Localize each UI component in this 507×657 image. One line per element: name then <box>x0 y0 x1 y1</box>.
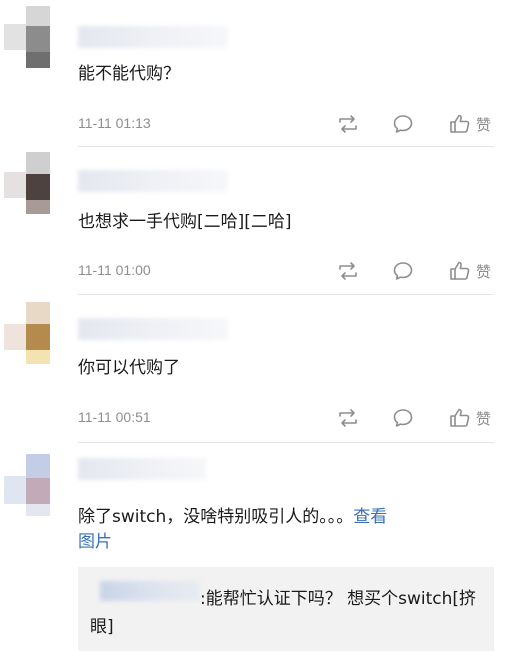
comment-text: 你可以代购了 <box>78 358 180 378</box>
comment-meta: 11-11 01:00 赞 <box>78 259 494 283</box>
view-image-link-continued[interactable]: 图片 <box>78 532 112 552</box>
reply-text-content: :能帮忙认证下吗？ 想买个switch[挤眼] <box>90 589 477 637</box>
avatar-pixel <box>26 152 50 176</box>
avatar-pixel <box>26 324 50 352</box>
comment-bubble-icon[interactable] <box>391 406 415 430</box>
username-blurred[interactable] <box>78 170 228 192</box>
like-label[interactable]: 赞 <box>476 408 491 429</box>
comment-feed: 能不能代购？ 11-11 01:13 赞 也想求一手代购[二哈][二哈] 11-… <box>0 0 507 657</box>
repost-icon[interactable] <box>336 259 360 283</box>
avatar-pixel <box>26 200 50 214</box>
divider <box>78 294 494 295</box>
comment-text: 能不能代购？ <box>78 64 180 84</box>
timestamp: 11-11 00:51 <box>78 409 151 425</box>
comment-meta: 11-11 01:13 赞 <box>78 112 494 136</box>
username-blurred[interactable] <box>78 26 228 48</box>
avatar-pixel <box>26 454 50 480</box>
reply-text: :能帮忙认证下吗？ 想买个switch[挤眼] <box>90 585 486 641</box>
like-label[interactable]: 赞 <box>476 114 491 135</box>
divider <box>78 146 494 147</box>
thumbs-up-icon[interactable] <box>448 406 472 430</box>
avatar[interactable] <box>0 454 62 516</box>
timestamp: 11-11 01:13 <box>78 115 151 131</box>
repost-icon[interactable] <box>336 406 360 430</box>
avatar-pixel <box>26 478 50 506</box>
avatar-pixel <box>26 52 50 68</box>
avatar-pixel <box>4 24 26 50</box>
comment-text: 也想求一手代购[二哈][二哈] <box>78 212 292 232</box>
avatar-pixel <box>26 6 50 28</box>
avatar-pixel <box>4 324 26 350</box>
avatar[interactable] <box>0 152 62 214</box>
comment-bubble-icon[interactable] <box>391 259 415 283</box>
view-image-link[interactable]: 查看 <box>353 507 387 527</box>
comment-bubble-icon[interactable] <box>391 112 415 136</box>
comment-meta: 11-11 00:51 赞 <box>78 406 494 430</box>
avatar-pixel <box>26 174 50 202</box>
comment-text: 除了switch，没啥特别吸引人的。。。查看 图片 <box>78 505 494 555</box>
thumbs-up-icon[interactable] <box>448 112 472 136</box>
repost-icon[interactable] <box>336 112 360 136</box>
avatar-pixel <box>26 350 50 364</box>
avatar[interactable] <box>0 6 62 68</box>
avatar-pixel <box>4 476 26 504</box>
comment-text-main: 除了switch，没啥特别吸引人的。。。 <box>78 507 354 527</box>
thumbs-up-icon[interactable] <box>448 259 472 283</box>
username-blurred[interactable] <box>78 458 206 480</box>
reply-box[interactable]: :能帮忙认证下吗？ 想买个switch[挤眼] <box>78 567 494 651</box>
username-blurred[interactable] <box>78 318 228 340</box>
avatar-pixel <box>26 26 50 54</box>
avatar-pixel <box>4 172 26 198</box>
avatar-pixel <box>26 504 50 516</box>
avatar[interactable] <box>0 302 62 364</box>
timestamp: 11-11 01:00 <box>78 262 151 278</box>
divider <box>78 442 494 443</box>
like-label[interactable]: 赞 <box>476 261 491 282</box>
avatar-pixel <box>26 302 50 326</box>
